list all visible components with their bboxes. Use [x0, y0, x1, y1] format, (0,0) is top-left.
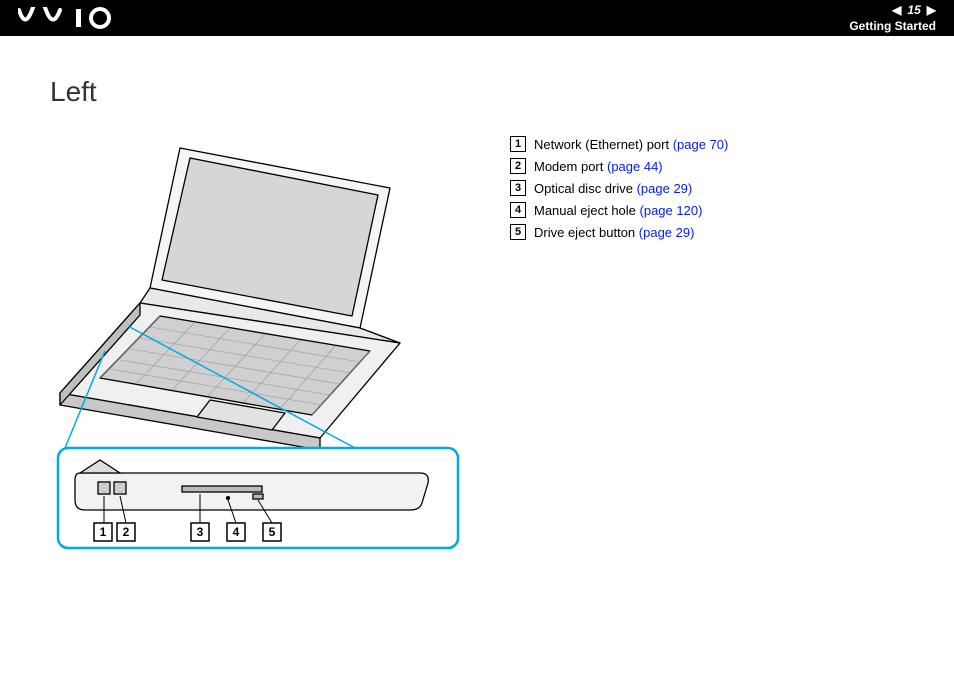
svg-text:2: 2: [123, 525, 130, 539]
svg-text:5: 5: [269, 525, 276, 539]
legend-text: Manual eject hole: [534, 203, 640, 218]
legend-text: Modem port: [534, 159, 607, 174]
page-reference-link[interactable]: (page 44): [607, 159, 663, 174]
next-page-icon[interactable]: ▶: [927, 3, 936, 17]
callout-box-2: 2: [117, 523, 135, 541]
laptop-diagram: 1 2 3 4 5: [50, 138, 470, 558]
vaio-logo-icon: [18, 7, 128, 29]
legend-item: 3 Optical disc drive (page 29): [510, 180, 914, 196]
legend-text: Optical disc drive: [534, 181, 637, 196]
legend-item: 5 Drive eject button (page 29): [510, 224, 914, 240]
legend-item: 2 Modem port (page 44): [510, 158, 914, 174]
page-number-nav: ◀ 15 ▶: [892, 3, 936, 17]
legend-text: Drive eject button: [534, 225, 639, 240]
legend-list: 1 Network (Ethernet) port (page 70) 2 Mo…: [490, 76, 914, 558]
section-heading: Getting Started: [849, 19, 936, 33]
svg-text:4: 4: [233, 525, 240, 539]
legend-number-box: 4: [510, 202, 526, 218]
callout-box-1: 1: [94, 523, 112, 541]
callout-box-4: 4: [227, 523, 245, 541]
page-reference-link[interactable]: (page 29): [637, 181, 693, 196]
prev-page-icon[interactable]: ◀: [892, 3, 901, 17]
page-reference-link[interactable]: (page 70): [673, 137, 729, 152]
page-number: 15: [907, 3, 920, 17]
legend-item: 4 Manual eject hole (page 120): [510, 202, 914, 218]
svg-text:1: 1: [100, 525, 107, 539]
legend-number-box: 1: [510, 136, 526, 152]
legend-number-box: 2: [510, 158, 526, 174]
legend-number-box: 3: [510, 180, 526, 196]
legend-item: 1 Network (Ethernet) port (page 70): [510, 136, 914, 152]
callout-box-3: 3: [191, 523, 209, 541]
legend-text: Network (Ethernet) port: [534, 137, 673, 152]
page-header: ◀ 15 ▶ Getting Started: [0, 0, 954, 36]
page-reference-link[interactable]: (page 120): [640, 203, 703, 218]
callout-box-5: 5: [263, 523, 281, 541]
page-reference-link[interactable]: (page 29): [639, 225, 695, 240]
page-title: Left: [50, 76, 490, 108]
svg-text:3: 3: [197, 525, 204, 539]
legend-number-box: 5: [510, 224, 526, 240]
